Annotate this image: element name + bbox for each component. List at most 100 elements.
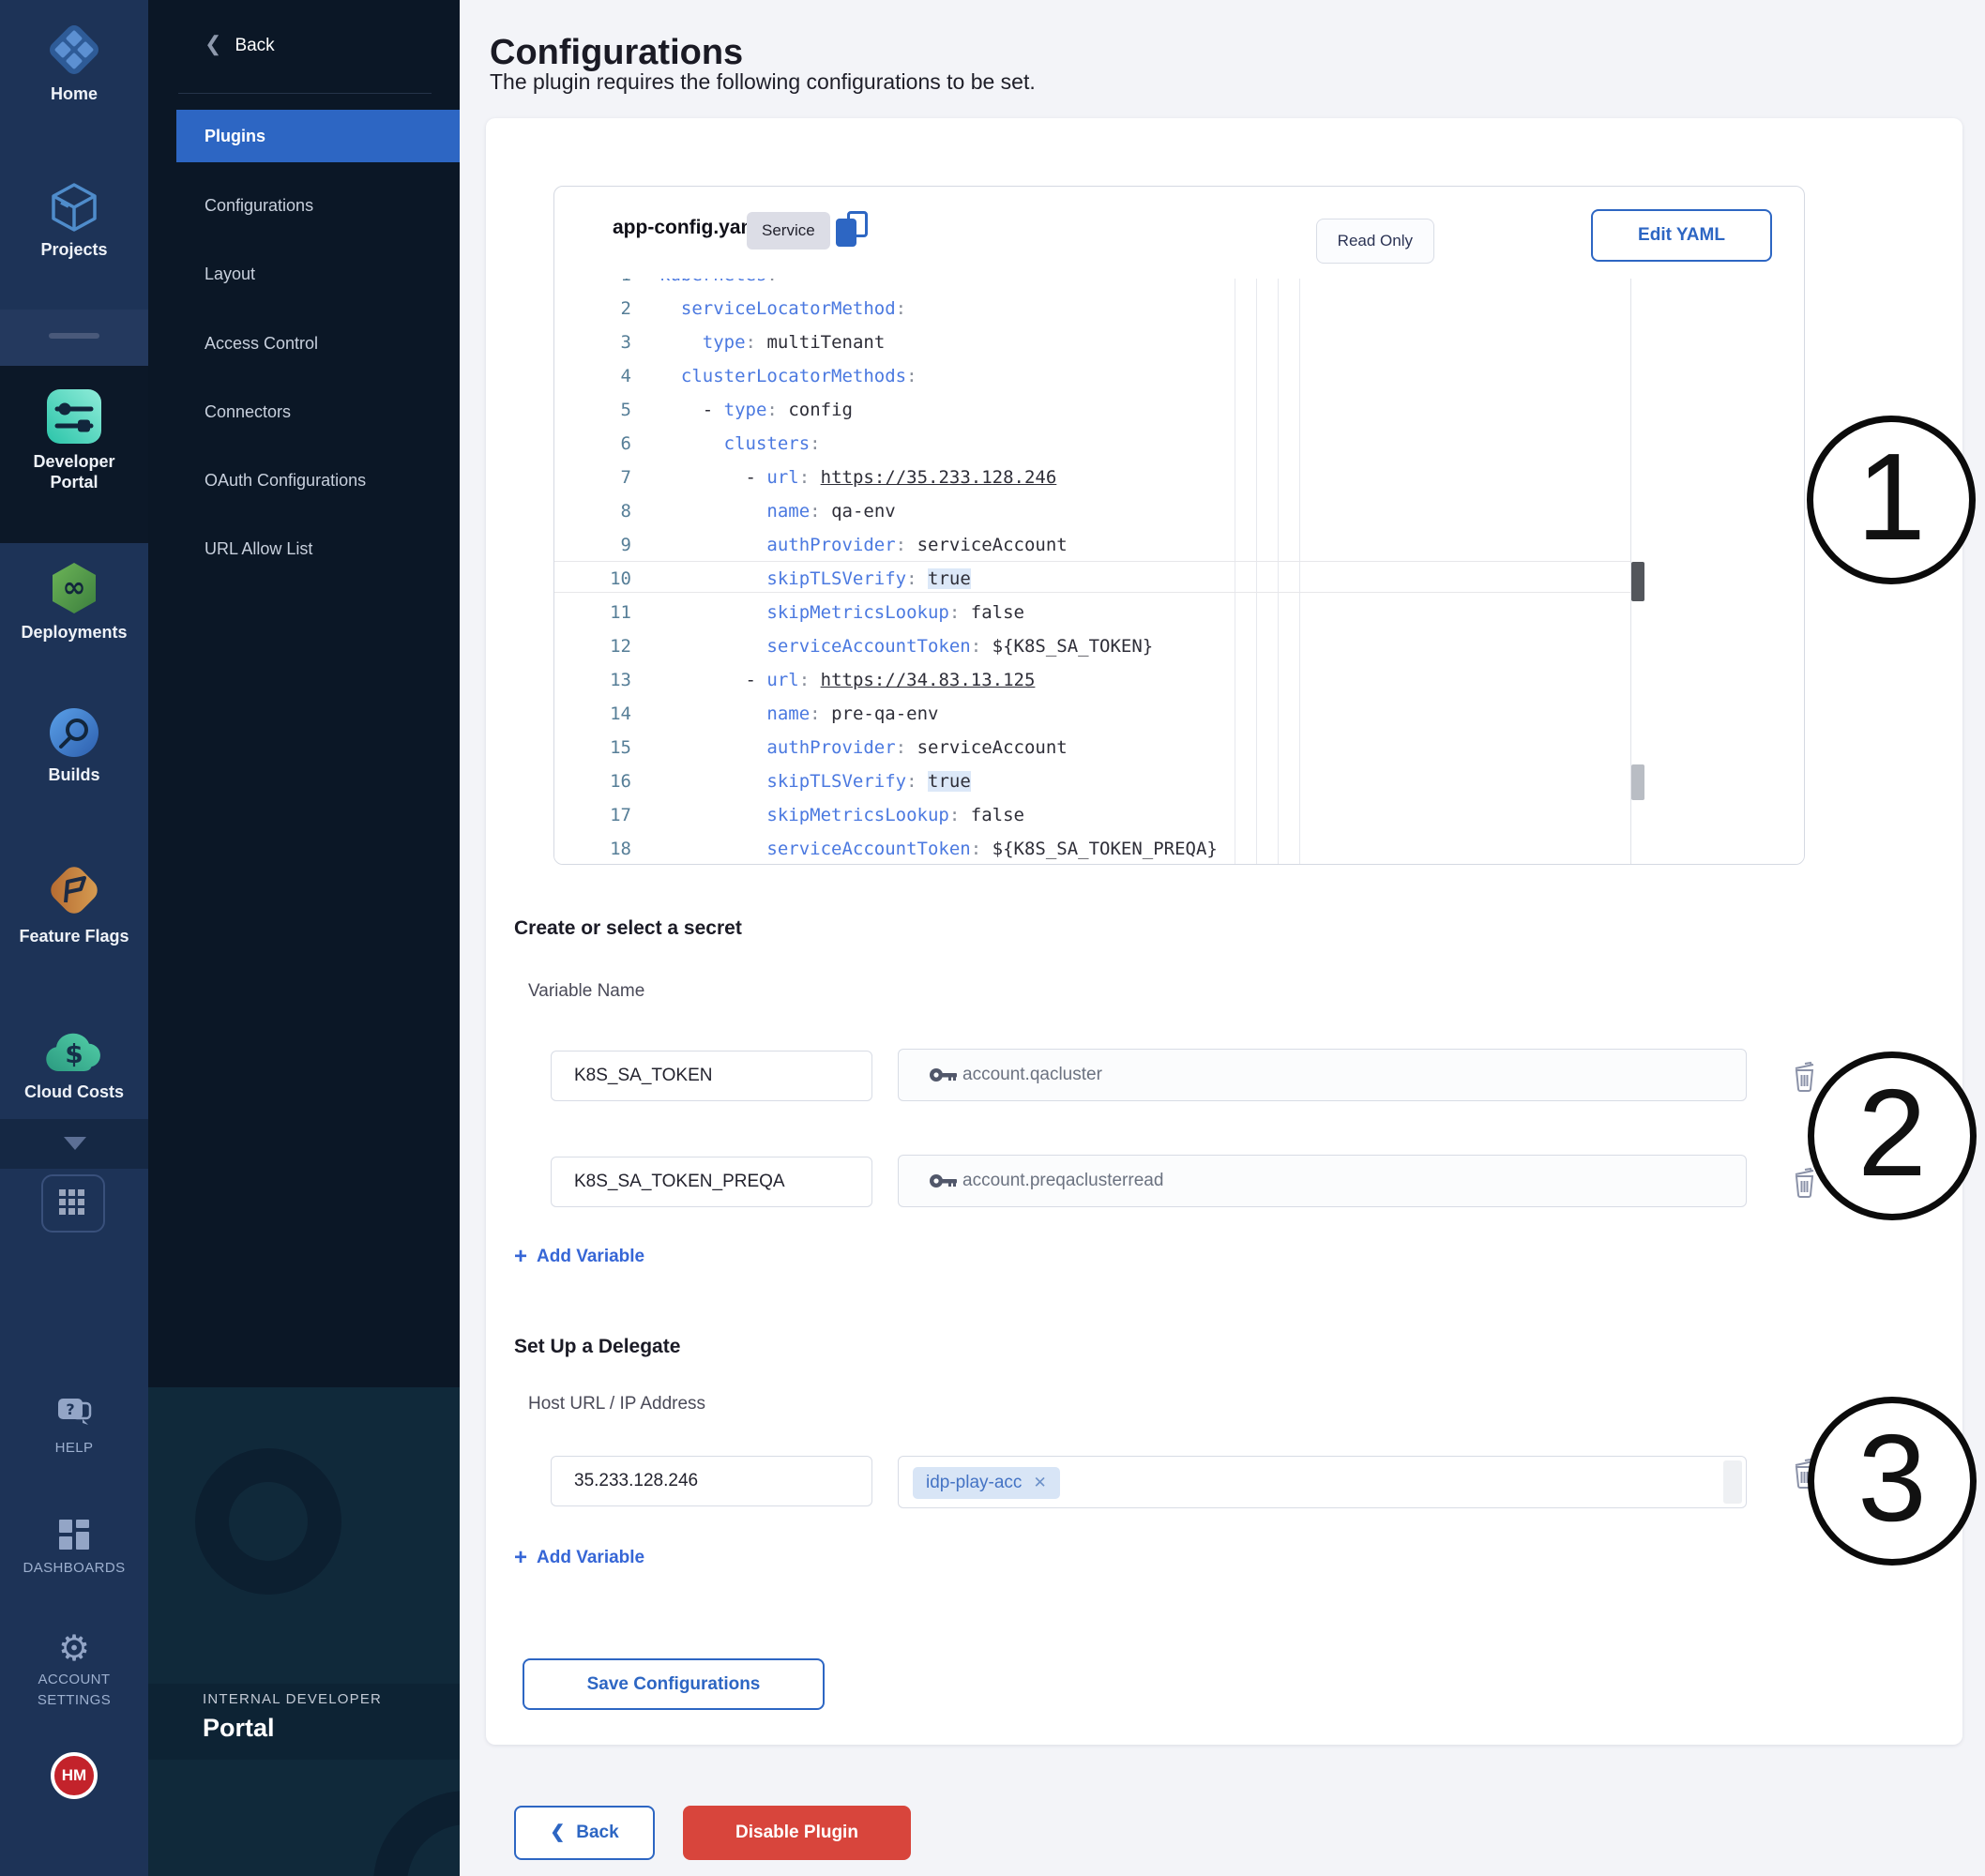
copy-icon[interactable] [836, 211, 873, 250]
current-line-border-top [554, 561, 1630, 562]
tagfield-scroll-strip [1723, 1460, 1742, 1504]
page-subtitle: The plugin requires the following config… [490, 69, 1036, 95]
sidebar-item-dashboards[interactable]: DASHBOARDS [0, 1516, 148, 1579]
yaml-line-16: 16 skipTLSVerify: true [554, 764, 1218, 798]
sidebar-item-account-settings[interactable]: ⚙ ACCOUNT SETTINGS [0, 1628, 148, 1711]
yaml-line-14: 14 name: pre-qa-env [554, 697, 1218, 731]
svg-text:∞: ∞ [63, 571, 86, 604]
sidebar-item-help[interactable]: ? HELP [0, 1396, 148, 1459]
subnav-item-layout[interactable]: Layout [176, 248, 460, 300]
sidebar-item-cloud-costs[interactable]: $ Cloud Costs [0, 1028, 148, 1102]
brand-small-label: INTERNAL DEVELOPER [203, 1691, 382, 1707]
code-scrollbar-thumb[interactable] [1631, 562, 1644, 601]
subnav-back-label: Back [235, 36, 274, 55]
secret-value-label: account.preqaclusterread [962, 1171, 1163, 1190]
annotation-circle-3: 3 [1808, 1397, 1977, 1566]
plugin-subnav: ❮ Back Plugins Configurations Layout Acce… [148, 0, 460, 1876]
help-icon: ? [53, 1396, 96, 1438]
code-scrollbar-thumb-2[interactable] [1631, 764, 1644, 800]
module-sidebar: Home Projects Developer Portal ∞ Deploym… [0, 0, 148, 1876]
subnav-item-oauth-configurations[interactable]: OAuth Configurations [176, 454, 460, 507]
plus-icon: + [514, 1244, 527, 1269]
svg-text:?: ? [66, 1400, 74, 1418]
chevron-left-icon: ❮ [205, 32, 221, 55]
secret-select-field-2[interactable]: account.preqaclusterread [898, 1155, 1747, 1207]
save-configurations-button[interactable]: Save Configurations [523, 1658, 825, 1710]
sidebar-label-deployments: Deployments [0, 622, 148, 643]
sidebar-label-cloud-costs: Cloud Costs [0, 1082, 148, 1102]
yaml-line-3: 3 type: multiTenant [554, 325, 1218, 359]
yaml-line-12: 12 serviceAccountToken: ${K8S_SA_TOKEN} [554, 629, 1218, 663]
deployments-icon: ∞ [45, 559, 103, 622]
sidebar-label-builds: Builds [0, 764, 148, 785]
plus-icon: + [514, 1545, 527, 1570]
delegate-tag-label: idp-play-acc [926, 1473, 1022, 1492]
decorative-ring [195, 1448, 341, 1595]
yaml-line-6: 6 clusters: [554, 427, 1218, 461]
host-url-input[interactable]: 35.233.128.246 [551, 1456, 872, 1506]
subnav-item-access-control[interactable]: Access Control [176, 317, 460, 370]
builds-icon [47, 705, 101, 764]
yaml-code-lines: 1kubernetes:2 serviceLocatorMethod:3 typ… [554, 279, 1218, 864]
variable-name-input-2[interactable]: K8S_SA_TOKEN_PREQA [551, 1157, 872, 1207]
dashboards-icon [55, 1516, 93, 1558]
key-icon [929, 1171, 961, 1191]
sidebar-label-dashboards: DASHBOARDS [0, 1558, 148, 1579]
subnav-decoration: INTERNAL DEVELOPER Portal [148, 1387, 460, 1876]
yaml-code-viewport[interactable]: 1kubernetes:2 serviceLocatorMethod:3 typ… [554, 279, 1804, 864]
feature-flags-icon [43, 859, 105, 926]
add-variable-label-2: Add Variable [537, 1548, 644, 1567]
yaml-line-11: 11 skipMetricsLookup: false [554, 596, 1218, 629]
variable-name-label: Variable Name [528, 981, 644, 1002]
sidebar-collapse-chevron-icon[interactable] [64, 1137, 86, 1150]
back-button[interactable]: ❮Back [514, 1806, 655, 1860]
subnav-item-configurations[interactable]: Configurations [176, 179, 460, 232]
decorative-ring-2 [373, 1791, 460, 1876]
annotation-circle-1: 1 [1807, 416, 1976, 584]
sidebar-item-builds[interactable]: Builds [0, 705, 148, 785]
yaml-line-7: 7 - url: https://35.233.128.246 [554, 461, 1218, 494]
subnav-item-connectors[interactable]: Connectors [176, 386, 460, 438]
app-window: Home Projects Developer Portal ∞ Deploym… [0, 0, 1985, 1876]
key-icon [929, 1065, 961, 1085]
secret-select-field-1[interactable]: account.qacluster [898, 1049, 1747, 1101]
yaml-editor-card: app-config.yaml Service Read Only Edit Y… [553, 186, 1805, 865]
chevron-left-icon: ❮ [550, 1823, 565, 1842]
sidebar-item-developer-portal[interactable]: Developer Portal [0, 386, 148, 492]
variable-name-input-1[interactable]: K8S_SA_TOKEN [551, 1051, 872, 1101]
module-grid-button[interactable] [41, 1174, 105, 1233]
sidebar-divider [49, 333, 99, 339]
sidebar-item-feature-flags[interactable]: Feature Flags [0, 859, 148, 946]
sidebar-label-developer: Developer [0, 451, 148, 472]
yaml-filename: app-config.yaml [613, 217, 764, 239]
projects-icon [48, 180, 100, 239]
add-variable-button[interactable]: + Add Variable [514, 1244, 644, 1268]
brand-label: Portal [203, 1714, 275, 1743]
subnav-item-url-allow-list[interactable]: URL Allow List [176, 522, 460, 575]
sidebar-item-projects[interactable]: Projects [0, 180, 148, 260]
yaml-line-10: 10 skipTLSVerify: true [554, 562, 1218, 596]
subnav-item-plugins[interactable]: Plugins [176, 110, 460, 162]
sidebar-item-deployments[interactable]: ∞ Deployments [0, 559, 148, 643]
sidebar-label-help: HELP [0, 1438, 148, 1459]
service-badge: Service [747, 212, 830, 250]
sidebar-item-home[interactable]: Home [0, 21, 148, 104]
add-variable-button-2[interactable]: + Add Variable [514, 1545, 644, 1569]
add-variable-label: Add Variable [537, 1247, 644, 1266]
secret-value-label: account.qacluster [962, 1065, 1102, 1084]
edit-yaml-button[interactable]: Edit YAML [1591, 209, 1772, 262]
yaml-line-5: 5 - type: config [554, 393, 1218, 427]
delegate-tag-chip[interactable]: idp-play-acc ✕ [913, 1467, 1060, 1499]
cloud-costs-icon: $ [43, 1028, 105, 1082]
host-url-label: Host URL / IP Address [528, 1394, 705, 1415]
user-avatar[interactable]: HM [51, 1752, 98, 1799]
yaml-line-13: 13 - url: https://34.83.13.125 [554, 663, 1218, 697]
remove-tag-icon[interactable]: ✕ [1033, 1474, 1046, 1491]
disable-plugin-button[interactable]: Disable Plugin [683, 1806, 911, 1860]
delete-variable-icon-1[interactable] [1792, 1060, 1820, 1092]
sidebar-label-feature-flags: Feature Flags [0, 926, 148, 946]
annotation-circle-2: 2 [1808, 1051, 1977, 1220]
yaml-line-2: 2 serviceLocatorMethod: [554, 292, 1218, 325]
delegate-tags-field[interactable]: idp-play-acc ✕ [898, 1456, 1747, 1508]
subnav-back-link[interactable]: ❮ Back [205, 32, 275, 56]
